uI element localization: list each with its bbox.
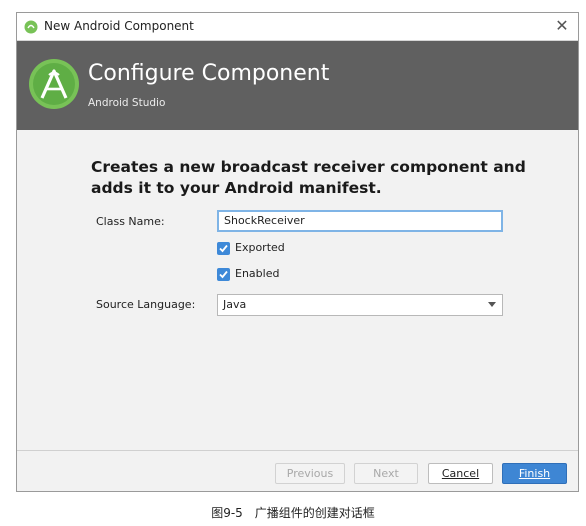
wizard-footer: Previous Next Cancel Finish [17, 450, 578, 491]
exported-checkbox[interactable] [217, 242, 230, 255]
figure-caption: 图9-5 广播组件的创建对话框 [211, 506, 375, 520]
window-title: New Android Component [44, 19, 194, 33]
wizard-subtitle: Android Studio [88, 97, 166, 109]
android-studio-logo-icon [29, 59, 79, 109]
checkmark-icon [219, 244, 228, 253]
finish-label: Finish [518, 467, 551, 480]
wizard-title: Configure Component [88, 61, 330, 86]
enabled-checkbox[interactable] [217, 268, 230, 281]
exported-label: Exported [235, 241, 285, 254]
cancel-button[interactable]: Cancel [428, 463, 493, 484]
close-icon: ✕ [555, 16, 569, 35]
previous-button[interactable]: Previous [275, 463, 345, 484]
class-name-label: Class Name: [96, 215, 165, 228]
close-button[interactable]: ✕ [552, 16, 572, 36]
android-studio-icon [24, 20, 38, 34]
description-headline: Creates a new broadcast receiver compone… [91, 158, 526, 197]
source-language-label: Source Language: [96, 298, 196, 311]
checkmark-icon [219, 270, 228, 279]
finish-button[interactable]: Finish [502, 463, 567, 484]
chevron-down-icon [488, 302, 496, 307]
wizard-header: Configure Component Android Studio [17, 41, 578, 130]
wizard-content: Creates a new broadcast receiver compone… [17, 130, 578, 450]
enabled-label: Enabled [235, 267, 280, 280]
dialog-window: New Android Component ✕ Configure Compon… [16, 12, 579, 492]
source-language-value: Java [223, 298, 247, 311]
next-button[interactable]: Next [354, 463, 418, 484]
source-language-select[interactable]: Java [217, 294, 503, 316]
cancel-label: Cancel [441, 467, 480, 480]
class-name-input[interactable]: ShockReceiver [217, 210, 503, 232]
title-bar: New Android Component ✕ [17, 13, 578, 41]
